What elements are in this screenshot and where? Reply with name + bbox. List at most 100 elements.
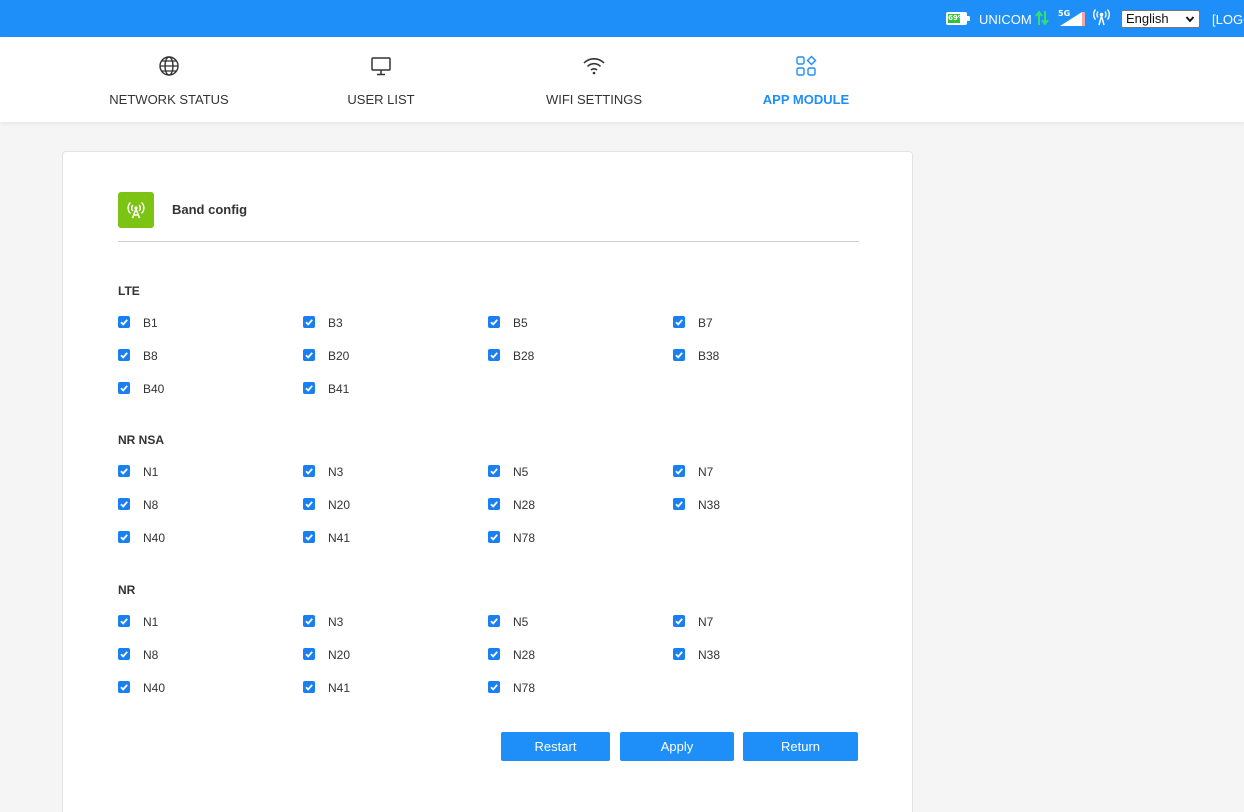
checked-checkbox-icon[interactable] xyxy=(673,316,685,328)
band-label: N78 xyxy=(513,681,536,695)
band-checkbox-nr-n20[interactable]: N20 xyxy=(303,648,383,662)
checked-checkbox-icon[interactable] xyxy=(488,349,500,361)
logout-link[interactable]: [LOGOUT] xyxy=(1212,12,1244,28)
checked-checkbox-icon[interactable] xyxy=(673,465,685,477)
checked-checkbox-icon[interactable] xyxy=(488,681,500,693)
checked-checkbox-icon[interactable] xyxy=(303,531,315,543)
band-checkbox-nr-n40[interactable]: N40 xyxy=(118,681,198,695)
band-label: N8 xyxy=(143,648,159,662)
band-label: N8 xyxy=(143,498,159,512)
restart-button[interactable]: Restart xyxy=(501,732,610,761)
checked-checkbox-icon[interactable] xyxy=(673,349,685,361)
checked-checkbox-icon[interactable] xyxy=(118,615,130,627)
checked-checkbox-icon[interactable] xyxy=(303,316,315,328)
checked-checkbox-icon[interactable] xyxy=(118,349,130,361)
band-checkbox-lte-b40[interactable]: B40 xyxy=(118,382,198,396)
band-checkbox-nr-nsa-n78[interactable]: N78 xyxy=(488,531,568,545)
checked-checkbox-icon[interactable] xyxy=(303,465,315,477)
checked-checkbox-icon[interactable] xyxy=(118,531,130,543)
band-checkbox-lte-b20[interactable]: B20 xyxy=(303,349,383,363)
band-checkbox-nr-nsa-n28[interactable]: N28 xyxy=(488,498,568,512)
checked-checkbox-icon[interactable] xyxy=(673,498,685,510)
data-transfer-arrows-icon xyxy=(1035,10,1049,26)
checked-checkbox-icon[interactable] xyxy=(303,615,315,627)
band-checkbox-nr-nsa-n7[interactable]: N7 xyxy=(673,465,753,479)
section-title-nr: NR xyxy=(118,583,136,597)
band-checkbox-nr-n7[interactable]: N7 xyxy=(673,615,753,629)
band-label: B38 xyxy=(698,349,720,363)
band-checkbox-lte-b41[interactable]: B41 xyxy=(303,382,383,396)
band-checkbox-lte-b1[interactable]: B1 xyxy=(118,316,198,330)
band-checkbox-nr-n5[interactable]: N5 xyxy=(488,615,568,629)
language-select[interactable]: English xyxy=(1121,10,1200,28)
band-checkbox-nr-nsa-n3[interactable]: N3 xyxy=(303,465,383,479)
nav-label-wifi-settings: WIFI SETTINGS xyxy=(545,92,643,107)
checked-checkbox-icon[interactable] xyxy=(118,465,130,477)
band-label: N5 xyxy=(513,615,529,629)
band-checkbox-nr-nsa-n5[interactable]: N5 xyxy=(488,465,568,479)
band-checkbox-lte-b28[interactable]: B28 xyxy=(488,349,568,363)
checked-checkbox-icon[interactable] xyxy=(488,465,500,477)
language-select-value: English xyxy=(1126,11,1169,26)
checked-checkbox-icon[interactable] xyxy=(303,648,315,660)
nav-user-list[interactable]: USER LIST xyxy=(281,37,481,122)
band-checkbox-lte-b7[interactable]: B7 xyxy=(673,316,753,330)
checked-checkbox-icon[interactable] xyxy=(673,648,685,660)
band-checkbox-lte-b5[interactable]: B5 xyxy=(488,316,568,330)
carrier-name: UNICOM xyxy=(979,12,1032,27)
checked-checkbox-icon[interactable] xyxy=(673,615,685,627)
band-checkbox-nr-nsa-n8[interactable]: N8 xyxy=(118,498,198,512)
globe-icon xyxy=(159,56,179,76)
checked-checkbox-icon[interactable] xyxy=(488,531,500,543)
band-checkbox-nr-n28[interactable]: N28 xyxy=(488,648,568,662)
band-checkbox-nr-n78[interactable]: N78 xyxy=(488,681,568,695)
section-title-lte: LTE xyxy=(118,284,140,298)
band-checkbox-lte-b3[interactable]: B3 xyxy=(303,316,383,330)
battery-icon: 69% xyxy=(946,12,970,25)
band-checkbox-nr-nsa-n20[interactable]: N20 xyxy=(303,498,383,512)
checked-checkbox-icon[interactable] xyxy=(303,349,315,361)
checked-checkbox-icon[interactable] xyxy=(488,498,500,510)
band-label: N40 xyxy=(143,531,166,545)
checked-checkbox-icon[interactable] xyxy=(303,382,315,394)
nav-app-module[interactable]: APP MODULE xyxy=(706,37,906,122)
band-checkbox-nr-n3[interactable]: N3 xyxy=(303,615,383,629)
band-label: B8 xyxy=(143,349,158,363)
checked-checkbox-icon[interactable] xyxy=(303,681,315,693)
card-divider xyxy=(118,241,859,242)
band-label: N3 xyxy=(328,465,344,479)
band-label: N28 xyxy=(513,648,536,662)
return-button[interactable]: Return xyxy=(743,732,858,761)
band-label: N1 xyxy=(143,615,159,629)
checked-checkbox-icon[interactable] xyxy=(303,498,315,510)
nav-network-status[interactable]: NETWORK STATUS xyxy=(69,37,269,122)
band-checkbox-nr-n8[interactable]: N8 xyxy=(118,648,198,662)
band-checkbox-nr-n38[interactable]: N38 xyxy=(673,648,753,662)
checked-checkbox-icon[interactable] xyxy=(118,498,130,510)
nav-wifi-settings[interactable]: WIFI SETTINGS xyxy=(494,37,694,122)
battery-tip xyxy=(967,16,970,21)
band-checkbox-nr-nsa-n38[interactable]: N38 xyxy=(673,498,753,512)
band-checkbox-nr-nsa-n1[interactable]: N1 xyxy=(118,465,198,479)
band-label: N78 xyxy=(513,531,536,545)
band-checkbox-nr-nsa-n40[interactable]: N40 xyxy=(118,531,198,545)
band-checkbox-nr-nsa-n41[interactable]: N41 xyxy=(303,531,383,545)
checked-checkbox-icon[interactable] xyxy=(488,316,500,328)
checked-checkbox-icon[interactable] xyxy=(488,615,500,627)
wifi-hotspot-icon xyxy=(1093,9,1110,26)
checked-checkbox-icon[interactable] xyxy=(118,382,130,394)
band-checkbox-lte-b8[interactable]: B8 xyxy=(118,349,198,363)
battery-percent: 69% xyxy=(948,14,965,22)
band-checkbox-lte-b38[interactable]: B38 xyxy=(673,349,753,363)
checked-checkbox-icon[interactable] xyxy=(118,681,130,693)
band-label: N20 xyxy=(328,648,351,662)
checked-checkbox-icon[interactable] xyxy=(118,316,130,328)
checked-checkbox-icon[interactable] xyxy=(118,648,130,660)
nav-label-app-module: APP MODULE xyxy=(762,92,850,107)
apply-button[interactable]: Apply xyxy=(620,732,734,761)
band-checkbox-nr-n1[interactable]: N1 xyxy=(118,615,198,629)
band-label: N1 xyxy=(143,465,159,479)
band-checkbox-nr-n41[interactable]: N41 xyxy=(303,681,383,695)
checked-checkbox-icon[interactable] xyxy=(488,648,500,660)
wifi-icon xyxy=(583,58,605,75)
